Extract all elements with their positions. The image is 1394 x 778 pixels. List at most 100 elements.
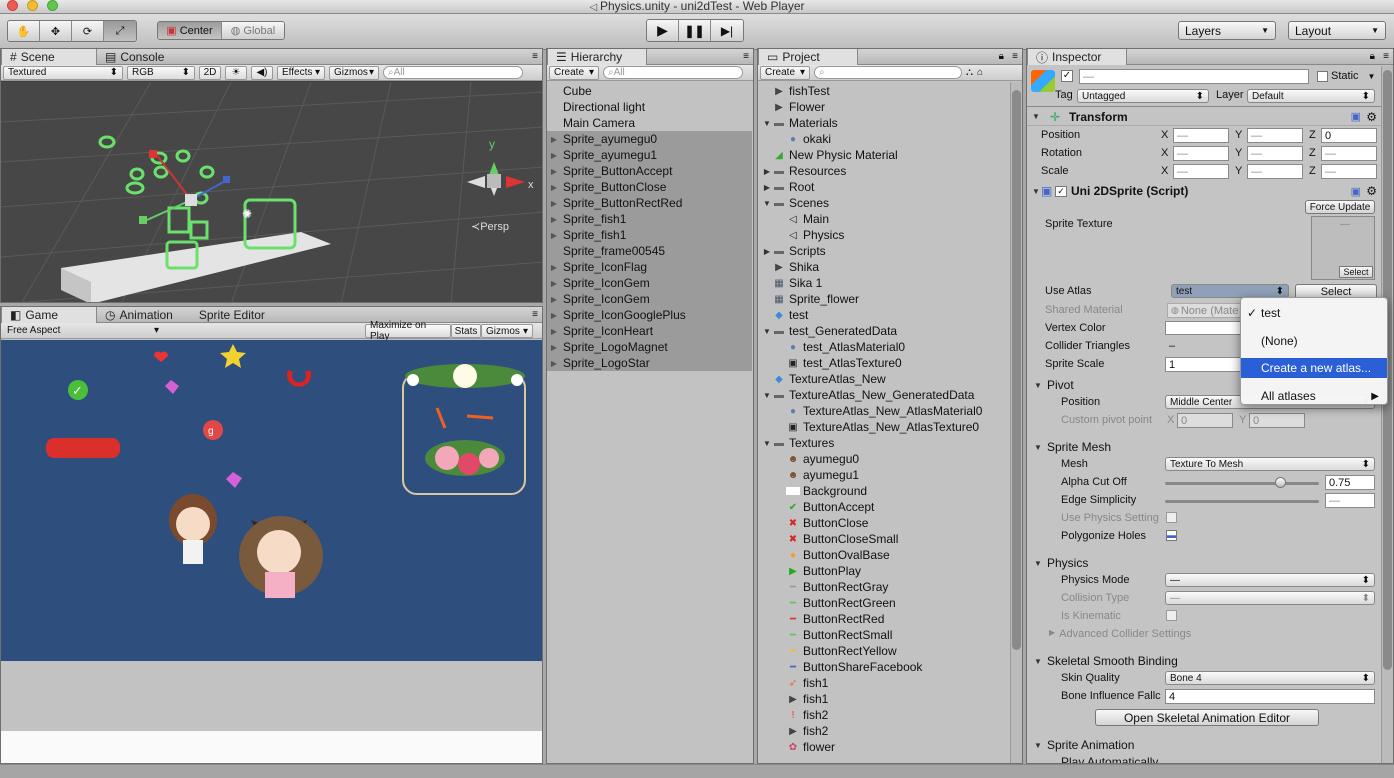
project-item[interactable]: ━ ButtonRectYellow [758,643,1010,659]
edge-simplicity-field[interactable]: — [1325,493,1375,508]
advanced-collider-foldout[interactable]: ▶ Advanced Collider Settings [1049,628,1191,640]
script-enabled-checkbox[interactable]: ✓ [1055,185,1067,197]
hierarchy-search-input[interactable]: ⌕ All [603,66,743,79]
project-item[interactable]: ✖ ButtonCloseSmall [758,531,1010,547]
step-icon[interactable]: ▶| [711,20,743,41]
alpha-cut-off-field[interactable]: 0.75 [1325,475,1375,490]
project-item[interactable]: ● test_AtlasMaterial0 [758,339,1010,355]
project-item[interactable]: ▶ ▬ Resources [758,163,1010,179]
render-mode-dropdown[interactable]: Textured ⬍ [3,65,123,80]
alpha-cut-off-slider[interactable] [1165,477,1319,488]
tab-animation[interactable]: ◷ Animation [97,307,181,323]
project-item[interactable]: ▦ Sprite_flower [758,291,1010,307]
project-item[interactable]: ━ ButtonRectGreen [758,595,1010,611]
tab-hierarchy[interactable]: ☰ Hierarchy [547,49,647,65]
expand-arrow-icon[interactable]: ▶ [549,343,559,352]
scene-viewport[interactable]: ✺ y x ≺Persp [1,82,543,303]
zoom-window-button[interactable] [47,0,58,11]
project-item[interactable]: ━ ButtonRectGray [758,579,1010,595]
hierarchy-item[interactable]: ▶ Sprite_LogoStar [547,355,752,371]
expand-arrow-icon[interactable]: ▶ [549,231,559,240]
hierarchy-item[interactable]: Main Camera [547,115,752,131]
expand-arrow-icon[interactable]: ▶ [549,183,559,192]
project-item[interactable]: ▼ ▬ TextureAtlas_New_GeneratedData [758,387,1010,403]
force-update-button[interactable]: Force Update [1305,200,1375,214]
expand-arrow-icon[interactable]: ▶ [549,215,559,224]
hierarchy-item[interactable]: ▶ Sprite_IconGem [547,291,752,307]
gear-icon[interactable]: ⚙ [1366,184,1377,198]
color-mode-dropdown[interactable]: RGB ⬍ [127,65,195,80]
pause-icon[interactable]: ❚❚ [679,20,711,41]
project-item[interactable]: ➶ fish1 [758,675,1010,691]
static-toggle[interactable]: Static ▼ [1317,70,1375,82]
hierarchy-create-dropdown[interactable]: Create ▾ [549,65,599,80]
project-item[interactable]: ━ ButtonRectRed [758,611,1010,627]
panel-menu-icon[interactable]: ≡ [532,309,538,320]
edge-simplicity-slider[interactable] [1165,500,1319,503]
mode-2d-toggle[interactable]: 2D [199,65,221,80]
expand-arrow-icon[interactable]: ▶ [549,295,559,304]
scene-search-input[interactable]: ⌕ All [383,66,523,79]
hierarchy-item[interactable]: Cube [547,83,752,99]
project-item[interactable]: ▶ Shika [758,259,1010,275]
lighting-icon[interactable]: ☀ [225,65,247,80]
expand-arrow-icon[interactable]: ▶ [549,279,559,288]
expand-arrow-icon[interactable]: ▶ [762,167,772,176]
gear-icon[interactable]: ⚙ [1366,110,1377,124]
project-item[interactable]: ▶ fishTest [758,83,1010,99]
expand-arrow-icon[interactable]: ▶ [549,151,559,160]
project-item[interactable]: ━ ButtonShareFacebook [758,659,1010,675]
project-item[interactable]: ▶ ▬ Scripts [758,243,1010,259]
sprite-mesh-header[interactable]: ▼ Sprite Mesh [1027,438,1383,456]
transform-position-x-field[interactable]: — [1173,128,1229,143]
project-item[interactable]: ☻ ayumegu0 [758,451,1010,467]
scale-tool-icon[interactable]: ⤢ [104,21,136,41]
lock-icon[interactable]: 🔒︎ [1370,51,1375,62]
maximize-on-play-toggle[interactable]: Maximize on Play [365,320,451,342]
project-item[interactable]: ▶ fish1 [758,691,1010,707]
atlas-menu-item-test[interactable]: ✓ test [1241,302,1387,324]
tab-inspector[interactable]: ⓘ Inspector [1027,49,1127,65]
project-item[interactable]: ▣ test_AtlasTexture0 [758,355,1010,371]
expand-arrow-icon[interactable]: ▶ [549,167,559,176]
panel-menu-icon[interactable]: ≡ [532,51,538,62]
expand-arrow-icon[interactable]: ▶ [549,263,559,272]
panel-menu-icon[interactable]: ≡ [1012,51,1018,62]
layout-dropdown[interactable]: Layout ▼ [1288,21,1386,40]
script-header[interactable]: ▼ ▣ ✓ Uni 2DSprite (Script) ▣ ⚙ [1027,182,1383,200]
transform-header[interactable]: ▼ ✛ Transform ▣ ⚙ [1027,108,1383,126]
layer-dropdown[interactable]: Default ⬍ [1247,89,1375,103]
project-item[interactable]: ◁ Main [758,211,1010,227]
audio-icon[interactable]: ◀) [251,65,273,80]
tab-game[interactable]: ◧ Game [1,307,97,323]
project-item[interactable]: ▭ Background [758,483,1010,499]
panel-menu-icon[interactable]: ≡ [743,51,749,62]
game-gizmos-dropdown[interactable]: Gizmos ▾ [481,324,533,338]
hierarchy-item[interactable]: ▶ Sprite_ButtonClose [547,179,752,195]
minimize-window-button[interactable] [27,0,38,11]
sprite-scale-field[interactable]: 1 [1165,357,1245,372]
project-create-dropdown[interactable]: Create ▾ [760,65,810,80]
tag-dropdown[interactable]: Untagged ⬍ [1077,89,1209,103]
play-icon[interactable]: ▶ [647,20,679,41]
project-item[interactable]: ▶ Flower [758,99,1010,115]
project-item[interactable]: ◁ Physics [758,227,1010,243]
bone-influence-field[interactable]: 4 [1165,689,1375,704]
alpha-cut-off-knob[interactable] [1274,477,1286,488]
expand-arrow-icon[interactable]: ▼ [762,439,772,448]
expand-arrow-icon[interactable]: ▼ [762,391,772,400]
layers-dropdown[interactable]: Layers ▼ [1178,21,1276,40]
transform-scale-x-field[interactable]: — [1173,164,1229,179]
hierarchy-item[interactable]: ▶ Sprite_IconGem [547,275,752,291]
active-checkbox[interactable]: ✓ [1061,70,1073,82]
filter-type-icon[interactable]: ⛬ [966,67,973,78]
transform-rotation-y-field[interactable]: — [1247,146,1303,161]
project-search-input[interactable]: ⌕ [814,66,962,79]
atlas-menu-item-create[interactable]: Create a new atlas... [1241,358,1387,378]
rotate-tool-icon[interactable]: ⟳ [72,21,104,41]
center-button[interactable]: ▣ Center [158,22,222,39]
sprite-texture-slot[interactable]: — Select [1311,216,1375,280]
lock-icon[interactable]: 🔒︎ [999,51,1004,62]
project-item[interactable]: ☻ ayumegu1 [758,467,1010,483]
skeletal-header[interactable]: ▼ Skeletal Smooth Binding [1027,652,1383,670]
